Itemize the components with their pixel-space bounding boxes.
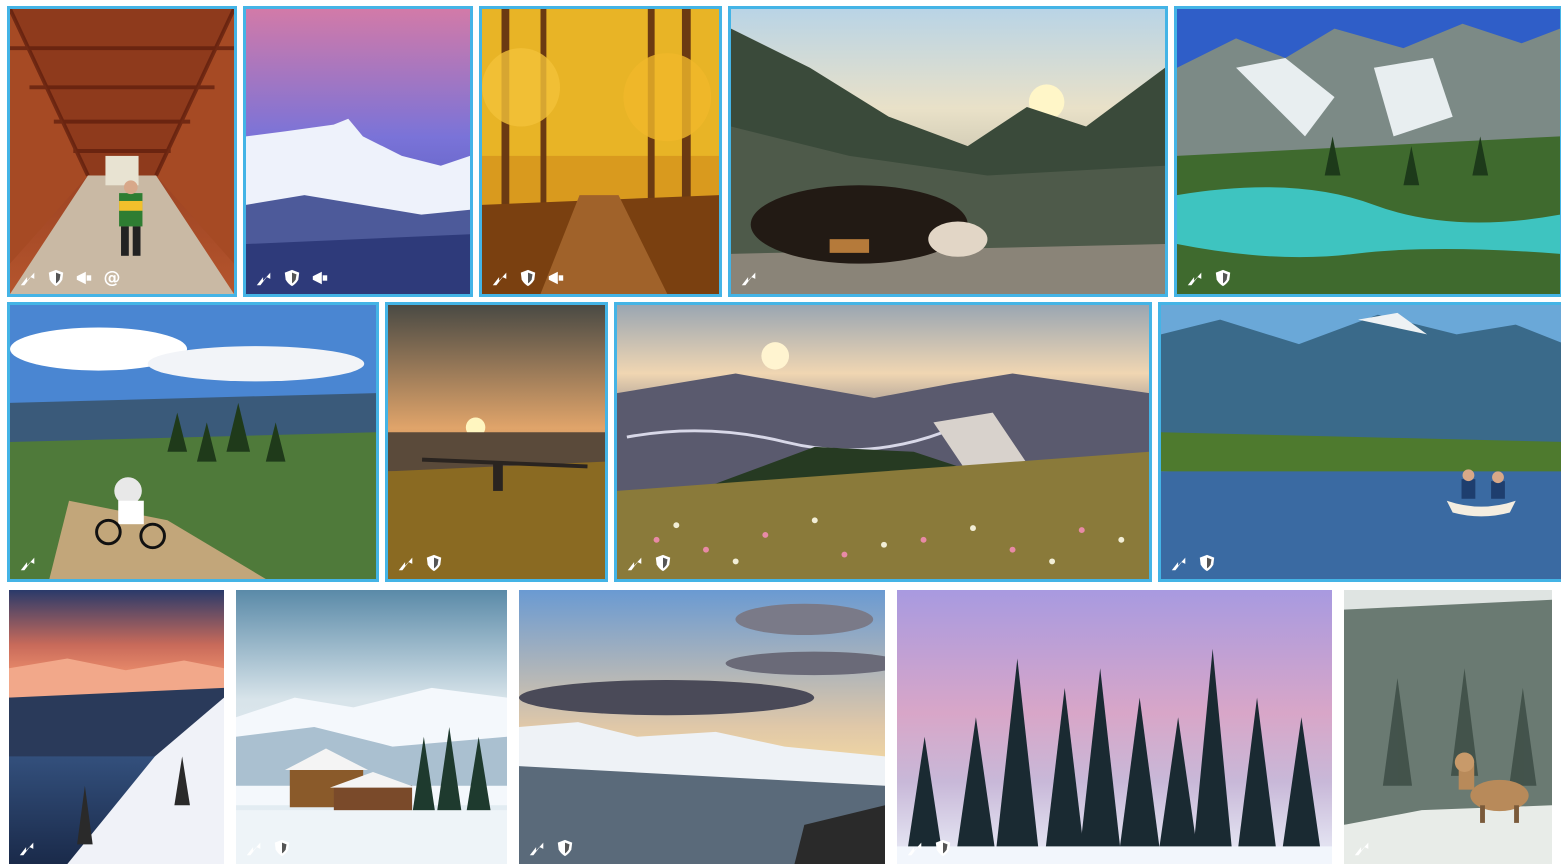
photo-gallery: @: [0, 0, 1561, 867]
share-icon[interactable]: [1185, 268, 1205, 288]
share-icon[interactable]: [244, 838, 264, 858]
covered-bridge-photo: [10, 9, 234, 294]
photo-badges: @: [18, 268, 122, 288]
photo-badges: [625, 553, 673, 573]
share-icon[interactable]: [254, 268, 274, 288]
shield-icon[interactable]: [518, 268, 538, 288]
photo-tile-wildflower-valley[interactable]: [614, 302, 1152, 582]
photo-badges: [739, 268, 759, 288]
photo-badges: [1185, 268, 1233, 288]
photo-badges: [17, 838, 37, 858]
shield-icon[interactable]: [933, 838, 953, 858]
photo-tile-snowy-ridge[interactable]: [6, 587, 227, 867]
canoe-lake-photo: [1161, 305, 1561, 579]
megaphone-icon[interactable]: [310, 268, 330, 288]
share-icon[interactable]: [396, 553, 416, 573]
share-icon[interactable]: [527, 838, 547, 858]
bighorn-sheep-photo: [1344, 590, 1552, 864]
photo-tile-bighorn-sheep[interactable]: [1341, 587, 1555, 867]
shield-icon[interactable]: [1213, 268, 1233, 288]
shield-icon[interactable]: [653, 553, 673, 573]
photo-tile-pink-sky-peak[interactable]: [243, 6, 473, 297]
snowy-peak-photo: [246, 9, 470, 294]
snowy-ridge-photo: [9, 590, 224, 864]
photo-tile-canoe-lake[interactable]: [1158, 302, 1561, 582]
photo-badges: [244, 838, 292, 858]
shield-icon[interactable]: [424, 553, 444, 573]
gallery-row-1: @: [0, 6, 1561, 297]
share-icon[interactable]: [905, 838, 925, 858]
photo-tile-snowy-cabin[interactable]: [233, 587, 510, 867]
photo-tile-paraglider[interactable]: [385, 302, 608, 582]
photo-tile-snowy-pines[interactable]: [894, 587, 1335, 867]
shield-icon[interactable]: [282, 268, 302, 288]
mountain-biker-photo: [10, 305, 376, 579]
photo-badges: [490, 268, 566, 288]
shield-icon[interactable]: [46, 268, 66, 288]
share-icon[interactable]: [1169, 553, 1189, 573]
gallery-row-3: [0, 587, 1561, 867]
photo-tile-cloudy-range[interactable]: [516, 587, 888, 867]
photo-tile-dog-sunset[interactable]: [728, 6, 1168, 297]
shield-icon[interactable]: [1197, 553, 1217, 573]
megaphone-icon[interactable]: [546, 268, 566, 288]
at-icon[interactable]: @: [102, 268, 122, 288]
dog-sunset-photo: [731, 9, 1165, 294]
alpine-lake-photo: [1177, 9, 1560, 294]
photo-badges: [905, 838, 953, 858]
paraglider-photo: [388, 305, 605, 579]
photo-tile-covered-bridge[interactable]: @: [7, 6, 237, 297]
share-icon[interactable]: [1352, 838, 1372, 858]
photo-badges: [254, 268, 330, 288]
cloudy-range-photo: [519, 590, 885, 864]
photo-tile-mountain-biker[interactable]: [7, 302, 379, 582]
share-icon[interactable]: [739, 268, 759, 288]
photo-tile-alpine-lake[interactable]: [1174, 6, 1561, 297]
photo-badges: [1352, 838, 1372, 858]
photo-badges: [396, 553, 444, 573]
share-icon[interactable]: [17, 838, 37, 858]
gallery-row-2: [0, 302, 1561, 582]
wildflower-valley-photo: [617, 305, 1149, 579]
photo-tile-autumn-forest[interactable]: [479, 6, 722, 297]
snowy-pines-photo: [897, 590, 1332, 864]
share-icon[interactable]: [490, 268, 510, 288]
snowy-cabin-photo: [236, 590, 507, 864]
autumn-forest-photo: [482, 9, 719, 294]
photo-badges: [527, 838, 575, 858]
photo-badges: [1169, 553, 1217, 573]
share-icon[interactable]: [625, 553, 645, 573]
share-icon[interactable]: [18, 553, 38, 573]
share-icon[interactable]: [18, 268, 38, 288]
photo-badges: [18, 553, 38, 573]
shield-icon[interactable]: [272, 838, 292, 858]
megaphone-icon[interactable]: [74, 268, 94, 288]
shield-icon[interactable]: [555, 838, 575, 858]
